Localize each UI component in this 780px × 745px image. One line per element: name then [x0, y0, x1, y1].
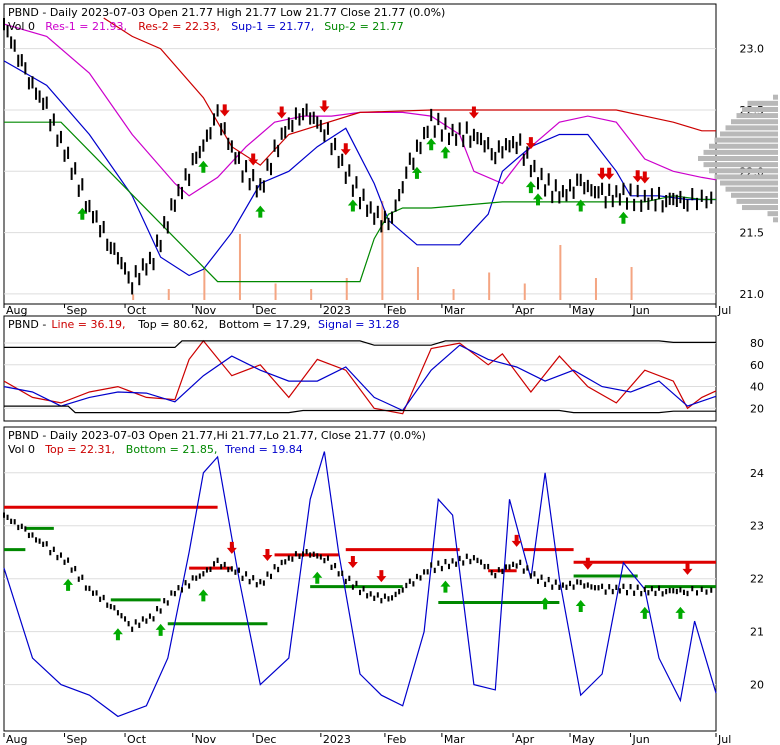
volume-bar-4: [274, 283, 277, 300]
x-tick-label-1-3: Nov: [195, 733, 217, 745]
volume-profile-bar: [725, 125, 778, 131]
panel-legend-0-0: Vol 0: [8, 20, 35, 33]
volume-profile-bar: [773, 217, 778, 223]
volume-bar-13: [594, 278, 597, 300]
y-tick-label-2-0: 20: [750, 679, 764, 692]
volume-profile-bar: [742, 205, 778, 211]
panel-legend-0-2: Res-2 = 22.33,: [138, 20, 220, 33]
x-tick-label-0-7: Mar: [444, 304, 465, 317]
volume-bar-14: [630, 267, 633, 300]
volume-bar-10: [488, 272, 491, 300]
y-tick-label-2-2: 22: [750, 573, 764, 586]
x-tick-label-0-8: Apr: [515, 304, 535, 317]
y-tick-label-2-4: 24: [750, 467, 764, 480]
volume-bar-7: [381, 201, 384, 300]
volume-profile-bar: [709, 168, 778, 174]
x-tick-label-1-7: Mar: [444, 733, 465, 745]
volume-bar-3: [238, 234, 241, 300]
x-tick-label-1-4: Dec: [255, 733, 276, 745]
volume-profile-bar: [703, 162, 778, 168]
y-tick-label-2-1: 21: [750, 626, 764, 639]
volume-bar-8: [416, 267, 419, 300]
panel-legend-1-1: Line = 36.19,: [51, 318, 125, 331]
volume-profile-bar: [720, 180, 778, 186]
y-tick-label-1-0: 20: [750, 402, 764, 415]
x-tick-label-1-10: Jun: [632, 733, 650, 745]
x-tick-label-0-3: Nov: [195, 304, 217, 317]
panel-legend-1-0: PBND -: [8, 318, 46, 331]
panel-legend-2-0: Vol 0: [8, 443, 35, 456]
y-tick-label-0-0: 21.0: [740, 288, 765, 301]
volume-profile-bar: [725, 186, 778, 192]
volume-profile-bar: [767, 211, 778, 217]
panel-frame-1: [3, 315, 717, 422]
x-tick-label-1-11: Jul: [717, 733, 731, 745]
volume-profile-bar: [703, 149, 778, 155]
x-tick-label-1-9: May: [572, 733, 595, 745]
panel-legend-2-2: Bottom = 21.85,: [126, 443, 218, 456]
panel-legend-1-4: Signal = 31.28: [318, 318, 400, 331]
x-tick-label-0-1: Sep: [67, 304, 88, 317]
x-tick-label-1-6: Feb: [387, 733, 406, 745]
volume-bar-11: [523, 283, 526, 300]
volume-profile-bar: [736, 198, 778, 204]
volume-profile-bar: [731, 192, 778, 198]
x-tick-label-1-8: Apr: [515, 733, 535, 745]
panel-legend-0-3: Sup-1 = 21.77,: [231, 20, 314, 33]
volume-bar-12: [559, 245, 562, 300]
x-tick-label-0-10: Jun: [632, 304, 650, 317]
y-tick-label-1-2: 60: [750, 359, 764, 372]
volume-bar-2: [203, 267, 206, 300]
stock-chart: 21.021.522.022.523.0PBND - Daily 2023-07…: [3, 3, 778, 745]
panel-legend-0-1: Res-1 = 21.93,: [45, 20, 127, 33]
volume-profile-bar: [731, 119, 778, 125]
volume-profile-bar: [709, 143, 778, 149]
panel-header-2-0: PBND - Daily 2023-07-03 Open 21.77,Hi 21…: [8, 429, 426, 442]
x-tick-label-0-4: Dec: [255, 304, 276, 317]
x-tick-label-0-11: Jul: [717, 304, 731, 317]
volume-profile-bar: [714, 137, 778, 143]
y-tick-label-1-3: 80: [750, 337, 764, 350]
volume-profile-bar: [720, 131, 778, 137]
volume-bar-1: [167, 289, 170, 300]
x-tick-label-1-1: Sep: [67, 733, 88, 745]
x-tick-label-1-0: Aug: [6, 733, 27, 745]
y-tick-label-0-4: 23.0: [740, 43, 765, 56]
panel-legend-1-2: Top = 80.62,: [137, 318, 208, 331]
volume-profile-bar: [773, 94, 778, 100]
volume-profile-bar: [736, 113, 778, 119]
x-tick-label-1-2: Oct: [127, 733, 147, 745]
panel-legend-1-3: Bottom = 17.29,: [219, 318, 311, 331]
x-tick-label-0-2: Oct: [127, 304, 147, 317]
y-tick-label-2-3: 23: [750, 520, 764, 533]
volume-bar-9: [452, 289, 455, 300]
x-tick-label-0-9: May: [572, 304, 595, 317]
volume-profile-bar: [742, 106, 778, 112]
panel-header-0-0: PBND - Daily 2023-07-03 Open 21.77 High …: [8, 6, 445, 19]
y-tick-label-0-1: 21.5: [740, 227, 765, 240]
y-tick-label-1-1: 40: [750, 381, 764, 394]
volume-profile-bar: [747, 100, 778, 106]
volume-bar-0: [132, 294, 135, 300]
volume-profile-bar: [698, 156, 778, 161]
panel-legend-0-4: Sup-2 = 21.77: [324, 20, 404, 33]
panel-legend-2-1: Top = 22.31,: [44, 443, 115, 456]
panel-legend-2-3: Trend = 19.84: [224, 443, 303, 456]
x-tick-label-0-6: Feb: [387, 304, 406, 317]
x-tick-label-1-5: 2023: [323, 733, 351, 745]
volume-bar-5: [310, 289, 313, 300]
x-tick-label-0-0: Aug: [6, 304, 27, 317]
x-tick-label-0-5: 2023: [323, 304, 351, 317]
volume-profile-bar: [714, 174, 778, 180]
